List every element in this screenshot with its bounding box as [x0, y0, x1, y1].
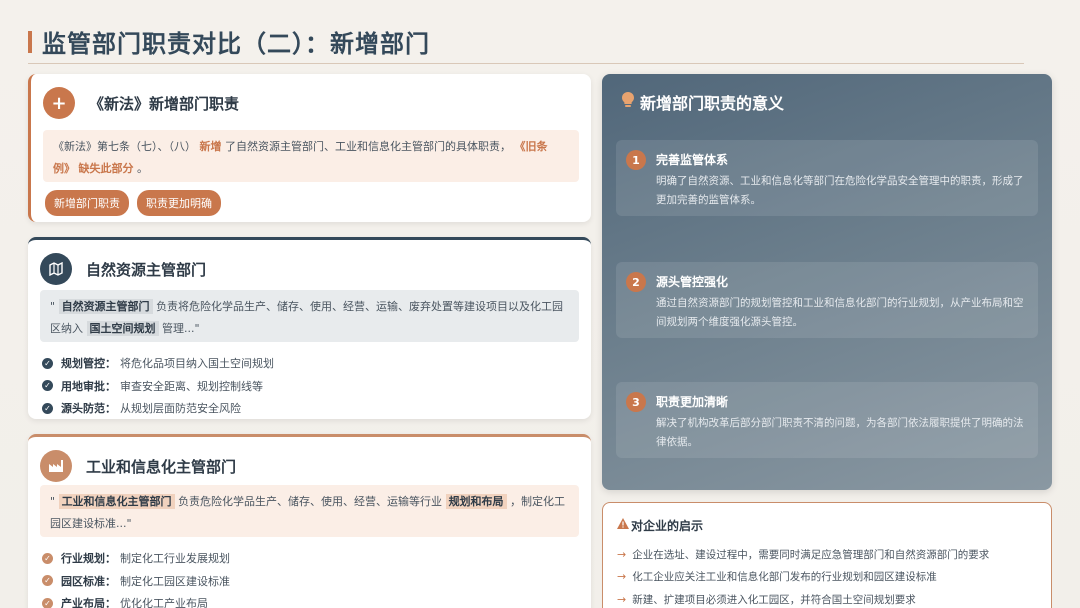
quote-highlight: 国土空间规划 — [86, 321, 159, 336]
quote-highlight: 工业和信息化主管部门 — [58, 494, 175, 509]
factory-icon — [40, 450, 72, 482]
list-item: ✓ 行业规划： 制定化工行业发展规划 — [42, 547, 230, 570]
check-icon: ✓ — [42, 402, 53, 414]
bullet-label: 园区标准： — [61, 574, 116, 588]
lightbulb-icon — [622, 92, 634, 112]
new-law-card-header: + 《新法》新增部门职责 — [43, 86, 239, 120]
industry-card-title: 工业和信息化主管部门 — [86, 457, 237, 476]
quote-text: 管理..." — [162, 322, 200, 335]
bullet-text: 将危化品项目纳入国土空间规划 — [120, 357, 274, 371]
quote-text: 。 — [137, 162, 148, 175]
number-badge: 2 — [626, 272, 646, 292]
significance-item-title: 职责更加清晰 — [656, 395, 729, 409]
insight-list: → 企业在选址、建设过程中，需要同时满足应急管理部门和自然资源部门的要求 → 化工企… — [617, 543, 989, 608]
insight-header: 对企业的启示 — [617, 517, 703, 534]
significance-panel: 新增部门职责的意义 1 完善监管体系 明确了自然资源、工业和信息化等部门在危险化… — [602, 74, 1052, 490]
list-item: ✓ 用地审批： 审查安全距离、规划控制线等 — [42, 375, 274, 398]
arrow-right-icon: → — [617, 592, 627, 606]
natural-quote: " 自然资源主管部门 负责将危险化学品生产、储存、使用、经营、运输、废弃处置等建… — [40, 290, 579, 342]
industry-bullet-list: ✓ 行业规划： 制定化工行业发展规划 ✓ 园区标准： 制定化工园区建设标准 ✓ 产业布局：… — [42, 547, 230, 608]
natural-card-header: 自然资源主管部门 — [40, 252, 206, 286]
check-icon: ✓ — [42, 575, 53, 587]
quote-text: 《新法》第七条（七）、（八） — [53, 140, 196, 153]
significance-item-desc: 通过自然资源部门的规划管控和工业和信息化部门的行业规划，从产业布局和空间规划两个… — [656, 297, 1024, 328]
new-law-card: + 《新法》新增部门职责 《新法》第七条（七）、（八） 新增 了自然资源主管部门… — [28, 74, 591, 222]
plus-icon: + — [43, 87, 75, 119]
significance-item-desc: 解决了机构改革后部分部门职责不清的问题，为各部门依法履职提供了明确的法律依据。 — [656, 417, 1024, 448]
significance-item-desc: 明确了自然资源、工业和信息化等部门在危险化学品安全管理中的职责，形成了更加完善的… — [656, 175, 1024, 206]
bullet-label: 用地审批： — [61, 379, 116, 393]
significance-item-title: 完善监管体系 — [656, 153, 729, 167]
quote-highlight: 自然资源主管部门 — [58, 299, 153, 314]
bullet-label: 行业规划： — [61, 552, 116, 566]
new-law-quote: 《新法》第七条（七）、（八） 新增 了自然资源主管部门、工业和信息化主管部门的具… — [43, 130, 579, 182]
tag-clearer-duties[interactable]: 职责更加明确 — [137, 190, 221, 216]
insight-text: 新建、扩建项目必须进入化工园区，并符合国土空间规划要求 — [632, 593, 916, 606]
check-icon: ✓ — [42, 597, 53, 608]
arrow-right-icon: → — [617, 570, 627, 584]
natural-resources-card: 自然资源主管部门 " 自然资源主管部门 负责将危险化学品生产、储存、使用、经营、… — [28, 237, 591, 419]
bullet-text: 制定化工行业发展规划 — [120, 552, 230, 566]
significance-item: 1 完善监管体系 明确了自然资源、工业和信息化等部门在危险化学品安全管理中的职责… — [616, 140, 1038, 216]
enterprise-insight-card: 对企业的启示 → 企业在选址、建设过程中，需要同时满足应急管理部门和自然资源部门的… — [602, 502, 1052, 608]
bullet-label: 产业布局： — [61, 597, 116, 608]
list-item: → 化工企业应关注工业和信息化部门发布的行业规划和园区建设标准 — [617, 566, 989, 589]
bullet-text: 制定化工园区建设标准 — [120, 574, 230, 588]
industry-card-header: 工业和信息化主管部门 — [40, 449, 236, 483]
tag-group: 新增部门职责 职责更加明确 — [45, 190, 221, 216]
bullet-label: 规划管控： — [61, 357, 116, 371]
insight-title: 对企业的启示 — [631, 519, 704, 533]
quote-highlight: 缺失此部分 — [78, 162, 134, 175]
quote-text: " — [50, 495, 56, 508]
quote-highlight: 规划和布局 — [445, 494, 507, 509]
bullet-text: 从规划层面防范安全风险 — [120, 402, 241, 416]
industry-quote: " 工业和信息化主管部门 负责危险化学品生产、储存、使用、经营、运输等行业 规划… — [40, 485, 579, 537]
list-item: → 新建、扩建项目必须进入化工园区，并符合国土空间规划要求 — [617, 588, 989, 608]
number-badge: 3 — [626, 392, 646, 412]
significance-header: 新增部门职责的意义 — [622, 90, 784, 114]
map-icon — [40, 253, 72, 285]
arrow-right-icon: → — [617, 547, 627, 561]
significance-title: 新增部门职责的意义 — [640, 94, 785, 113]
quote-highlight: 新增 — [199, 140, 222, 153]
number-badge: 1 — [626, 150, 646, 170]
bullet-text: 优化化工产业布局 — [120, 597, 208, 608]
list-item: ✓ 规划管控： 将危化品项目纳入国土空间规划 — [42, 352, 274, 375]
title-accent-bar — [28, 31, 32, 53]
list-item: → 企业在选址、建设过程中，需要同时满足应急管理部门和自然资源部门的要求 — [617, 543, 989, 566]
natural-card-title: 自然资源主管部门 — [86, 260, 207, 279]
check-icon: ✓ — [42, 380, 53, 392]
check-icon: ✓ — [42, 357, 53, 369]
quote-text: 了自然资源主管部门、工业和信息化主管部门的具体职责， — [225, 140, 511, 153]
tag-new-duties[interactable]: 新增部门职责 — [45, 190, 129, 216]
new-law-card-title: 《新法》新增部门职责 — [89, 94, 240, 113]
bullet-label: 源头防范： — [61, 402, 116, 416]
list-item: ✓ 产业布局： 优化化工产业布局 — [42, 592, 230, 608]
significance-item-title: 源头管控强化 — [656, 275, 729, 289]
quote-text: " — [50, 300, 56, 313]
title-bar: 监管部门职责对比（二）：新增部门 — [28, 22, 1024, 64]
insight-text: 化工企业应关注工业和信息化部门发布的行业规划和园区建设标准 — [632, 571, 937, 584]
list-item: ✓ 源头防范： 从规划层面防范安全风险 — [42, 397, 274, 420]
significance-item: 3 职责更加清晰 解决了机构改革后部分部门职责不清的问题，为各部门依法履职提供了… — [616, 382, 1038, 458]
quote-text: 负责危险化学品生产、储存、使用、经营、运输等行业 — [178, 495, 443, 508]
check-icon: ✓ — [42, 552, 53, 564]
natural-bullet-list: ✓ 规划管控： 将危化品项目纳入国土空间规划 ✓ 用地审批： 审查安全距离、规划控制线等… — [42, 352, 274, 420]
list-item: ✓ 园区标准： 制定化工园区建设标准 — [42, 570, 230, 593]
page-title: 监管部门职责对比（二）：新增部门 — [42, 30, 430, 58]
warning-icon — [617, 518, 629, 533]
bullet-text: 审查安全距离、规划控制线等 — [120, 379, 263, 393]
industry-card: 工业和信息化主管部门 " 工业和信息化主管部门 负责危险化学品生产、储存、使用、… — [28, 434, 591, 608]
significance-item: 2 源头管控强化 通过自然资源部门的规划管控和工业和信息化部门的行业规划，从产业… — [616, 262, 1038, 338]
insight-text: 企业在选址、建设过程中，需要同时满足应急管理部门和自然资源部门的要求 — [632, 548, 990, 561]
